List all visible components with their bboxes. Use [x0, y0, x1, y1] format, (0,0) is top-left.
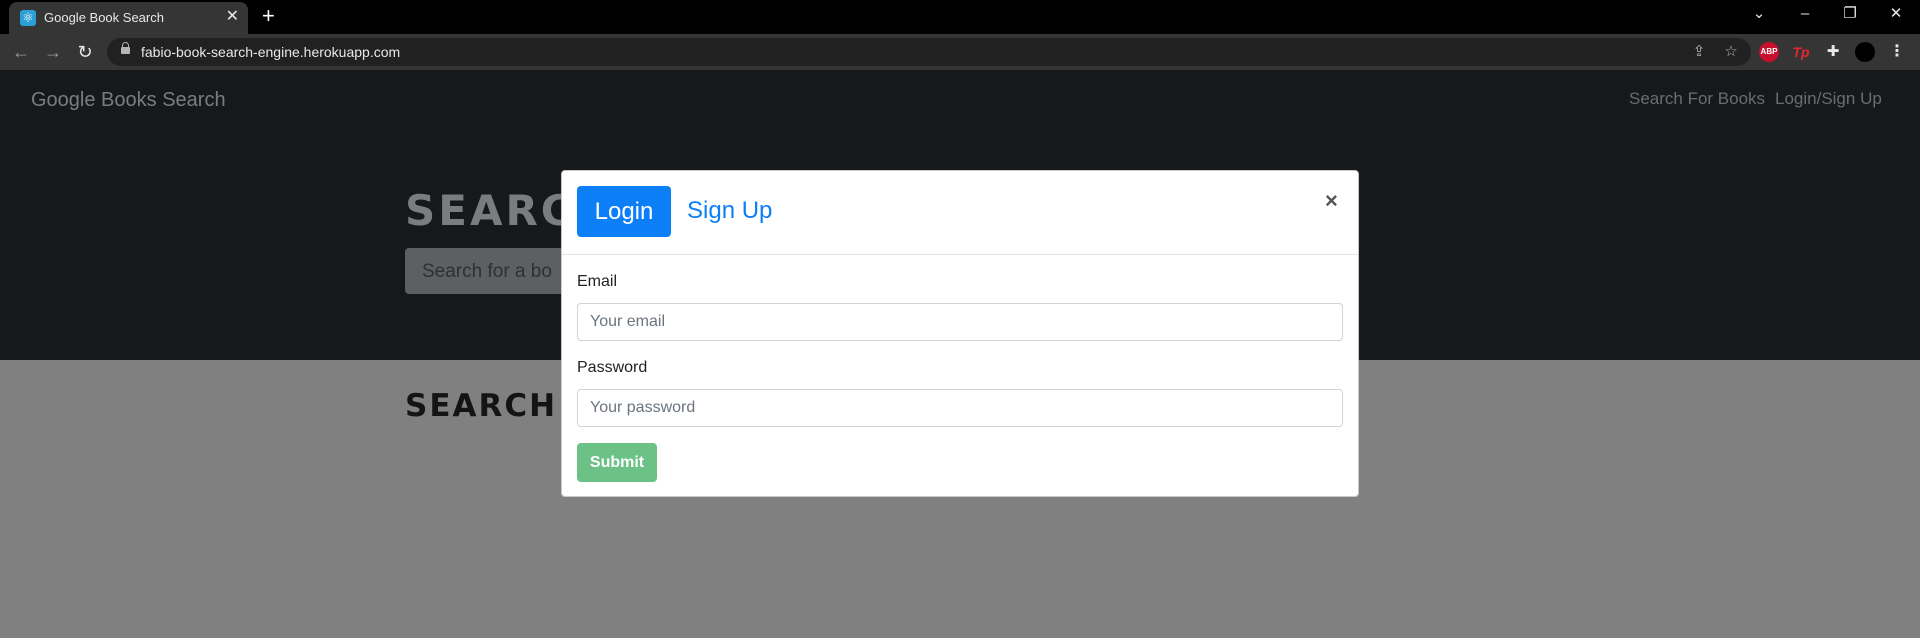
tab-title: Google Book Search: [44, 10, 164, 25]
tab-login[interactable]: Login: [577, 186, 671, 237]
minimize-icon[interactable]: –: [1793, 3, 1817, 25]
close-icon[interactable]: ×: [1325, 188, 1338, 214]
tab-search-icon[interactable]: ⌄: [1747, 3, 1771, 25]
browser-tab[interactable]: ⚛ Google Book Search ✕: [9, 2, 248, 34]
tab-signup[interactable]: Sign Up: [687, 197, 772, 225]
forward-icon[interactable]: →: [41, 41, 65, 63]
submit-button[interactable]: Submit: [577, 443, 657, 482]
lock-icon[interactable]: [121, 42, 130, 54]
browser-tab-strip: ⚛ Google Book Search ✕ + ⌄ – ❐ ✕: [0, 0, 1920, 34]
new-tab-icon[interactable]: +: [262, 5, 275, 27]
page: Google Books Search Search For Books Log…: [0, 70, 1920, 638]
browser-toolbar: ← → ↻ fabio-book-search-engine.herokuapp…: [0, 34, 1920, 70]
bookmark-star-icon[interactable]: ☆: [1721, 42, 1741, 62]
extensions-puzzle-icon[interactable]: ✚: [1823, 42, 1843, 62]
search-placeholder: Search for a bo: [422, 261, 552, 282]
modal-header: Login Sign Up ×: [562, 171, 1358, 255]
share-icon[interactable]: ⇪: [1689, 42, 1709, 62]
tp-extension-icon[interactable]: Tp: [1791, 42, 1811, 62]
close-tab-icon[interactable]: ✕: [226, 8, 239, 26]
password-field[interactable]: [577, 389, 1343, 427]
close-window-icon[interactable]: ✕: [1884, 3, 1908, 25]
reload-icon[interactable]: ↻: [73, 41, 97, 63]
back-icon[interactable]: ←: [9, 41, 33, 63]
profile-avatar[interactable]: [1855, 42, 1875, 62]
email-label: Email: [577, 273, 618, 290]
address-bar[interactable]: fabio-book-search-engine.herokuapp.com ⇪…: [107, 38, 1751, 66]
password-label: Password: [577, 359, 648, 376]
restore-icon[interactable]: ❐: [1838, 3, 1862, 25]
browser-menu-icon[interactable]: ⋮: [1887, 42, 1907, 62]
url-text[interactable]: fabio-book-search-engine.herokuapp.com: [141, 44, 400, 60]
email-field[interactable]: [577, 303, 1343, 341]
login-modal: Login Sign Up × Email Password Submit: [561, 170, 1359, 497]
results-heading: SEARCH: [405, 388, 558, 424]
nav-link-search[interactable]: Search For Books: [1629, 89, 1765, 109]
navbar-brand[interactable]: Google Books Search: [31, 89, 226, 112]
nav-link-login[interactable]: Login/Sign Up: [1775, 89, 1882, 109]
adblock-plus-icon[interactable]: ABP: [1759, 42, 1779, 62]
react-favicon-icon: ⚛: [20, 10, 36, 26]
